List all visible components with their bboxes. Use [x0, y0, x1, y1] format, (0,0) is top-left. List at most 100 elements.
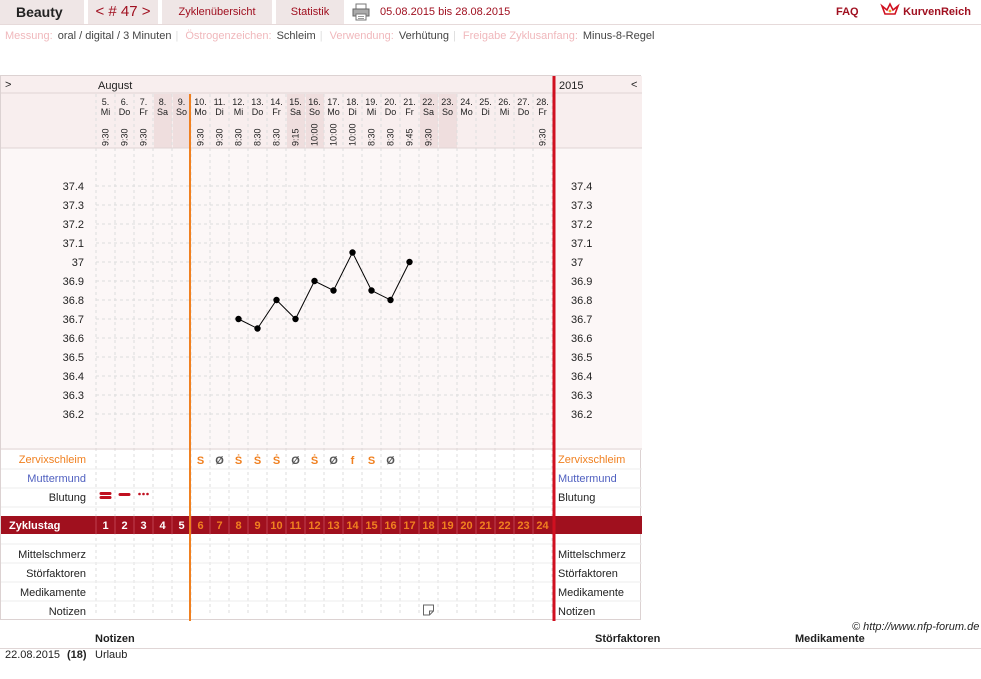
cycle-day-number: 5	[178, 520, 184, 532]
day-date: 18.	[346, 97, 359, 107]
day-weekday: Sa	[290, 107, 301, 117]
cervix-symbol: S	[368, 455, 375, 467]
y-tick-right: 36.4	[571, 371, 592, 383]
day-date: 16.	[308, 97, 321, 107]
copyright: © http://www.nfp-forum.de	[852, 621, 980, 633]
info-label-release: Freigabe Zyklusanfang:	[462, 30, 578, 42]
cycle-day-number: 12	[308, 520, 320, 532]
day-date: 22.	[422, 97, 435, 107]
notes-table-header: Notizen Störfaktoren Medikamente	[0, 633, 981, 649]
cycle-day-number: 22	[498, 520, 510, 532]
cycle-chart: > August 2015 <5. Mi 9:30 6. Do 9:30 7. Fr 9:30 8. Sa…	[0, 75, 642, 621]
measure-time: 9:30	[215, 128, 225, 146]
measure-time: 9:30	[139, 128, 149, 146]
day-weekday: So	[309, 107, 320, 117]
cycle-day-number: 13	[327, 520, 339, 532]
day-weekday: Mi	[500, 107, 510, 117]
measure-time: 9:30	[538, 128, 548, 146]
measure-time: 8:30	[386, 128, 396, 146]
bleeding-medium-mark	[118, 493, 131, 496]
day-date: 23.	[441, 97, 454, 107]
bleeding-light-mark	[142, 492, 145, 496]
measure-time: 8:30	[367, 128, 377, 146]
cycle-navigation-button[interactable]: < # 47 >	[88, 0, 158, 24]
meds-header: Medikamente	[795, 633, 865, 645]
row-label-bleeding: Blutung	[49, 492, 86, 504]
day-date: 7.	[140, 97, 148, 107]
temperature-point	[254, 325, 261, 332]
day-date: 25.	[479, 97, 492, 107]
cycle-day-number: 21	[479, 520, 491, 532]
kurvenreich-logo[interactable]: KurvenReich	[880, 0, 971, 24]
top-bar: Beauty < # 47 > Zyklenübersicht Statisti…	[0, 0, 981, 25]
cycle-day-number: 20	[460, 520, 472, 532]
cycle-day-number: 10	[270, 520, 282, 532]
day-weekday: Mi	[234, 107, 244, 117]
day-weekday: Mi	[101, 107, 111, 117]
settings-info-line: Messung: oral / digital / 3 Minuten | Östr…	[5, 30, 655, 42]
day-weekday: Do	[252, 107, 264, 117]
y-tick-left: 36.6	[63, 333, 84, 345]
day-date: 8.	[159, 97, 167, 107]
day-date: 17.	[327, 97, 340, 107]
cycle-day-number: 7	[216, 520, 222, 532]
temperature-point	[387, 296, 394, 304]
day-date: 15.	[289, 97, 302, 107]
nav-next-button: <	[631, 79, 637, 91]
day-date: 12.	[232, 97, 245, 107]
tab-statistics[interactable]: Statistik	[276, 0, 344, 24]
note-icon[interactable]	[423, 604, 434, 616]
measure-time: 9:30	[196, 128, 206, 146]
cycle-day-number: 1	[102, 520, 108, 532]
user-name: Beauty	[0, 0, 84, 24]
cervix-symbol: Ø	[386, 455, 395, 467]
day-weekday: Do	[385, 107, 397, 117]
day-weekday: Mi	[367, 107, 377, 117]
print-icon[interactable]	[352, 0, 376, 24]
bleeding-heavy-mark	[99, 492, 112, 495]
day-date: 27.	[517, 97, 530, 107]
day-weekday: Fr	[272, 107, 281, 117]
row-label-cycleday: Zyklustag	[9, 520, 60, 532]
tab-cycle-overview[interactable]: Zyklenübersicht	[162, 0, 272, 24]
cycle-day-number: 2	[121, 520, 127, 532]
cervix-symbol: Ø	[329, 455, 338, 467]
day-date: 10.	[194, 97, 207, 107]
day-date: 20.	[384, 97, 397, 107]
y-tick-right: 37.3	[571, 200, 592, 212]
info-value-measurement: oral / digital / 3 Minuten	[57, 30, 172, 42]
faq-link[interactable]: FAQ	[836, 0, 859, 24]
day-weekday: So	[176, 107, 187, 117]
day-date: 11.	[214, 97, 226, 107]
info-value-usage: Verhütung	[398, 30, 449, 42]
day-weekday: Mo	[194, 107, 207, 117]
cervix-symbol: Ṡ	[311, 454, 318, 467]
day-weekday: Fr	[538, 107, 547, 117]
y-tick-left: 36.5	[63, 352, 84, 364]
temperature-point	[273, 296, 280, 304]
cycle-day-number: 3	[140, 520, 146, 532]
measure-time: 10:00	[329, 123, 339, 146]
temperature-point	[235, 315, 242, 323]
y-tick-left: 36.7	[63, 314, 84, 326]
cycle-day-number: 16	[384, 520, 396, 532]
temperature-point	[292, 315, 299, 323]
cycle-day-number: 11	[290, 520, 302, 532]
day-weekday: Di	[215, 107, 224, 117]
measure-time: 9:30	[424, 128, 434, 146]
y-tick-right: 36.7	[571, 314, 592, 326]
day-date: 13.	[251, 97, 264, 107]
row-label-right-pain: Mittelschmerz	[558, 549, 626, 561]
day-date: 24.	[460, 97, 473, 107]
logo-text: KurvenReich	[903, 6, 971, 18]
y-tick-left: 36.4	[63, 371, 84, 383]
day-date: 19.	[365, 97, 378, 107]
y-tick-right: 37.1	[571, 238, 592, 250]
y-tick-left: 36.2	[63, 409, 84, 421]
day-weekday: Mo	[460, 107, 473, 117]
notes-header: Notizen	[95, 633, 135, 645]
year-label: 2015	[559, 80, 583, 92]
row-label-right-cervix_pos: Muttermund	[558, 473, 617, 485]
row-label-meds: Medikamente	[20, 587, 86, 599]
row-label-cervix_pos: Muttermund	[27, 473, 86, 485]
